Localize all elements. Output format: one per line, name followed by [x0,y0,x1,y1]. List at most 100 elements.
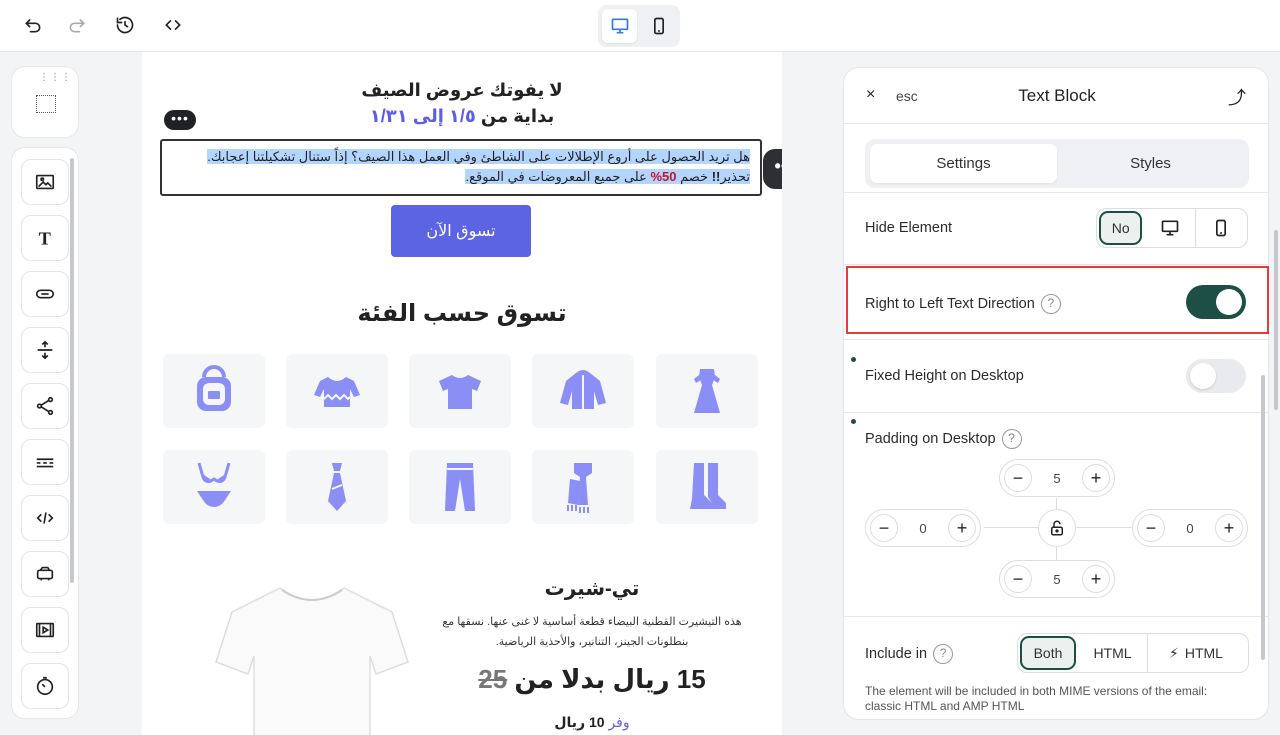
html-block-tool[interactable] [21,495,69,541]
category-jacket[interactable] [532,354,634,428]
scarf-icon [567,463,592,513]
category-jeans[interactable] [409,450,511,524]
padding-bottom-plus[interactable]: + [1081,565,1110,593]
hide-desktop-option[interactable] [1144,209,1196,247]
layout-icon [36,95,56,113]
product-price: 15 ريال بدلا من 25 [478,664,706,694]
email-canvas: لا يفوتك عروض الصيف بداية من ١/٥ إلى ١/٣… [142,52,782,735]
padding-right-minus[interactable]: − [1137,514,1165,542]
bag-icon [197,365,231,411]
jeans-icon [445,463,475,511]
text-icon: T [39,228,51,248]
category-swimwear[interactable] [163,450,265,524]
redo-icon[interactable] [62,10,92,40]
padding-left-stepper[interactable]: − 0 + [865,509,981,547]
padding-left-value[interactable]: 0 [919,521,926,536]
divider-block-tool[interactable] [21,439,69,485]
headline-1: لا يفوتك عروض الصيف [361,80,563,100]
padding-top-minus[interactable]: − [1004,464,1032,492]
block-more-button[interactable]: ••• [763,149,782,189]
drag-grip-icon: ⋮⋮⋮ [39,72,72,83]
shop-now-button[interactable]: تسوق الآن [391,205,531,257]
unlock-icon [1051,520,1063,536]
product-title: تي-شيرت [544,578,640,600]
category-sweater[interactable] [286,354,388,428]
timer-block-tool[interactable] [21,663,69,709]
top-toolbar [0,0,1280,52]
padding-lock-button[interactable] [1038,509,1076,547]
padding-left-plus[interactable]: + [947,514,976,542]
highlight-annotation [846,266,1269,334]
layout-block-tool[interactable]: ⋮⋮⋮ [11,66,79,138]
svg-text:T: T [39,228,51,248]
swimwear-icon [197,462,231,507]
mobile-icon [1216,219,1227,237]
settings-panel: × esc Text Block ⤴ Settings Styles Hide … [843,67,1269,720]
selected-text-block[interactable]: هل تريد الحصول على أروع الإطلالات على ال… [160,139,762,196]
padding-bottom-minus[interactable]: − [1004,565,1032,593]
category-boots[interactable] [656,450,758,524]
fixed-height-label: Fixed Height on Desktop [865,368,1024,384]
menu-block-tool[interactable] [21,551,69,597]
panel-tabs: Settings Styles [865,139,1249,188]
headline-2: بداية من ١/٥ إلى ١/٣١ [369,106,555,126]
category-bag[interactable] [163,354,265,428]
desktop-icon[interactable] [602,9,637,43]
padding-top-value[interactable]: 5 [1053,471,1060,486]
category-dress[interactable] [656,354,758,428]
category-tshirt[interactable] [409,354,511,428]
panel-header: × esc Text Block ⤴ [844,68,1268,124]
spacer-block-tool[interactable] [21,327,69,373]
select-parent-icon[interactable]: ⤴ [1228,84,1246,110]
social-block-tool[interactable] [21,383,69,429]
divider [844,616,1268,617]
padding-right-value[interactable]: 0 [1186,521,1193,536]
panel-title: Text Block [1018,86,1096,105]
padding-top-stepper[interactable]: − 5 + [999,459,1115,497]
panel-scrollbar[interactable] [1261,375,1265,660]
button-block-tool[interactable] [21,271,69,317]
block-drag-handle[interactable]: ••• [164,110,196,130]
page-scrollbar[interactable] [1274,230,1278,410]
dress-icon [694,369,720,413]
padding-right-stepper[interactable]: − 0 + [1132,509,1248,547]
mobile-icon[interactable] [641,9,676,43]
fixed-height-toggle[interactable] [1186,359,1246,393]
tab-styles[interactable]: Styles [1057,144,1244,183]
padding-right-plus[interactable]: + [1214,514,1243,542]
padding-top-plus[interactable]: + [1081,464,1110,492]
padding-left-minus[interactable]: − [870,514,898,542]
include-html-option[interactable]: HTML [1078,634,1148,672]
undo-icon[interactable] [18,10,48,40]
tools-scrollbar[interactable] [70,158,74,583]
image-block-tool[interactable] [21,159,69,205]
jacket-icon [560,370,606,409]
padding-bottom-stepper[interactable]: − 5 + [999,560,1115,598]
category-scarf[interactable] [532,450,634,524]
help-icon[interactable]: ? [933,644,954,664]
hide-no-option[interactable]: No [1099,211,1143,245]
padding-bottom-value[interactable]: 5 [1053,572,1060,587]
include-both-option[interactable]: Both [1020,636,1076,670]
tab-settings[interactable]: Settings [870,144,1057,183]
video-icon [35,622,55,638]
block-tools-list: T [11,147,79,719]
categories-title: تسوق حسب الفئة [357,300,567,327]
desktop-icon [1161,220,1178,236]
include-in-label: Include in? [865,644,954,664]
include-amp-option[interactable]: ⚡ HTML [1148,634,1244,672]
product-savings: وفر 10 ريال [554,714,630,730]
hide-mobile-option[interactable] [1196,209,1247,247]
video-block-tool[interactable] [21,607,69,653]
html-icon [36,512,54,524]
code-icon[interactable] [158,10,188,40]
share-icon [36,396,54,416]
hide-element-selector: No [1096,208,1248,248]
help-icon[interactable]: ? [1001,429,1022,449]
modified-dot [851,419,856,424]
tshirt-product-image [215,587,409,735]
text-block-tool[interactable]: T [21,215,69,261]
product-description: هذه التيشيرت القطنية البيضاء قطعة أساسية… [442,616,742,648]
history-icon[interactable] [110,10,140,40]
category-tie[interactable] [286,450,388,524]
